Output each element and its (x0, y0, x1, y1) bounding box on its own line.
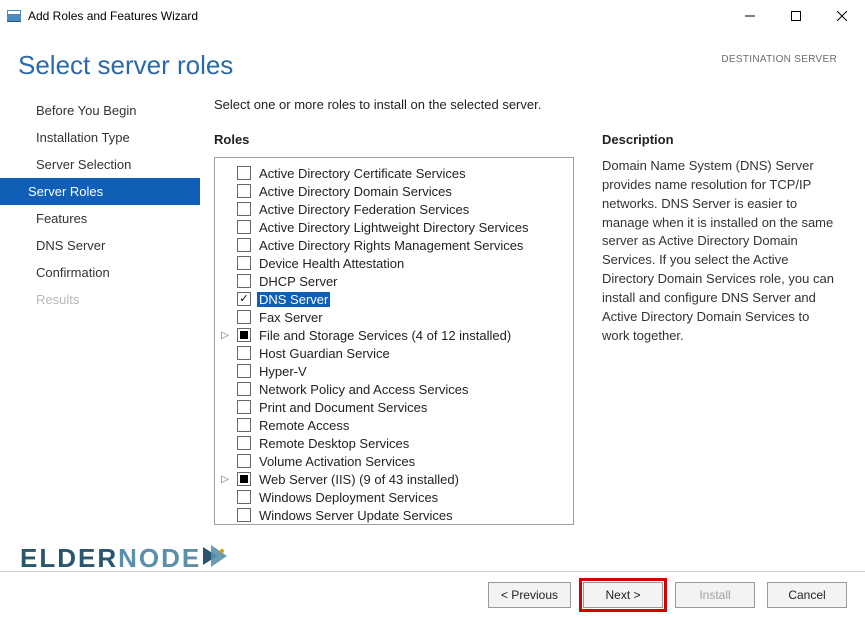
role-label[interactable]: Print and Document Services (257, 400, 429, 415)
role-row[interactable]: Active Directory Certificate Services (219, 164, 569, 182)
instruction-text: Select one or more roles to install on t… (214, 97, 837, 112)
expand-icon[interactable]: ▷ (219, 474, 231, 485)
role-checkbox[interactable] (237, 508, 251, 522)
wizard-nav: Before You BeginInstallation TypeServer … (0, 97, 200, 525)
role-row[interactable]: Active Directory Rights Management Servi… (219, 236, 569, 254)
titlebar: Add Roles and Features Wizard (0, 0, 865, 32)
role-checkbox[interactable] (237, 238, 251, 252)
logo-text-1: ELDER (20, 543, 118, 573)
role-label[interactable]: Remote Desktop Services (257, 436, 411, 451)
role-row[interactable]: Fax Server (219, 308, 569, 326)
maximize-button[interactable] (773, 0, 819, 32)
cancel-button[interactable]: Cancel (767, 582, 847, 608)
role-label[interactable]: Active Directory Lightweight Directory S… (257, 220, 530, 235)
role-row[interactable]: Active Directory Federation Services (219, 200, 569, 218)
role-row[interactable]: ▷ Web Server (IIS) (9 of 43 installed) (219, 470, 569, 488)
description-text: Domain Name System (DNS) Server provides… (602, 157, 837, 345)
role-checkbox[interactable] (237, 202, 251, 216)
nav-item-server-roles[interactable]: Server Roles (0, 178, 200, 205)
nav-item-results: Results (0, 286, 200, 313)
wizard-footer: < Previous Next > Install Cancel (0, 571, 865, 618)
destination-server-label: DESTINATION SERVER (721, 50, 837, 65)
role-checkbox[interactable] (237, 274, 251, 288)
role-label[interactable]: DNS Server (257, 292, 330, 307)
nav-item-installation-type[interactable]: Installation Type (0, 124, 200, 151)
page-title: Select server roles (18, 50, 721, 81)
role-label[interactable]: Remote Access (257, 418, 351, 433)
nav-item-confirmation[interactable]: Confirmation (0, 259, 200, 286)
close-button[interactable] (819, 0, 865, 32)
roles-listbox[interactable]: Active Directory Certificate Services Act… (214, 157, 574, 525)
role-row[interactable]: Network Policy and Access Services (219, 380, 569, 398)
role-label[interactable]: Hyper-V (257, 364, 309, 379)
role-row[interactable]: Windows Deployment Services (219, 488, 569, 506)
window-controls (727, 0, 865, 32)
role-row[interactable]: Remote Access (219, 416, 569, 434)
role-row[interactable]: Active Directory Lightweight Directory S… (219, 218, 569, 236)
description-heading: Description (602, 132, 837, 147)
next-button[interactable]: Next > (583, 582, 663, 608)
roles-heading: Roles (214, 132, 574, 147)
previous-button[interactable]: < Previous (488, 582, 571, 608)
role-label[interactable]: Fax Server (257, 310, 325, 325)
role-label[interactable]: Web Server (IIS) (9 of 43 installed) (257, 472, 461, 487)
role-checkbox[interactable] (237, 328, 251, 342)
nav-item-server-selection[interactable]: Server Selection (0, 151, 200, 178)
role-checkbox[interactable] (237, 292, 251, 306)
role-checkbox[interactable] (237, 346, 251, 360)
window-title: Add Roles and Features Wizard (28, 9, 727, 23)
role-row[interactable]: DHCP Server (219, 272, 569, 290)
role-row[interactable]: Active Directory Domain Services (219, 182, 569, 200)
role-row[interactable]: ▷ File and Storage Services (4 of 12 inst… (219, 326, 569, 344)
role-checkbox[interactable] (237, 382, 251, 396)
watermark-logo: ELDERNODE (20, 543, 229, 574)
role-label[interactable]: Host Guardian Service (257, 346, 392, 361)
role-checkbox[interactable] (237, 472, 251, 486)
role-label[interactable]: Active Directory Rights Management Servi… (257, 238, 525, 253)
nav-item-features[interactable]: Features (0, 205, 200, 232)
role-checkbox[interactable] (237, 418, 251, 432)
role-checkbox[interactable] (237, 184, 251, 198)
role-row[interactable]: Volume Activation Services (219, 452, 569, 470)
role-checkbox[interactable] (237, 310, 251, 324)
role-row[interactable]: DNS Server (219, 290, 569, 308)
app-icon (6, 8, 22, 24)
role-label[interactable]: Windows Deployment Services (257, 490, 440, 505)
nav-item-dns-server[interactable]: DNS Server (0, 232, 200, 259)
nav-item-before-you-begin[interactable]: Before You Begin (0, 97, 200, 124)
role-label[interactable]: Active Directory Certificate Services (257, 166, 468, 181)
role-label[interactable]: Active Directory Federation Services (257, 202, 471, 217)
role-row[interactable]: Remote Desktop Services (219, 434, 569, 452)
role-checkbox[interactable] (237, 166, 251, 180)
role-row[interactable]: Host Guardian Service (219, 344, 569, 362)
role-row[interactable]: Windows Server Update Services (219, 506, 569, 524)
role-row[interactable]: Device Health Attestation (219, 254, 569, 272)
role-row[interactable]: Print and Document Services (219, 398, 569, 416)
header: Select server roles DESTINATION SERVER (0, 32, 865, 91)
role-checkbox[interactable] (237, 436, 251, 450)
role-checkbox[interactable] (237, 490, 251, 504)
minimize-button[interactable] (727, 0, 773, 32)
role-label[interactable]: DHCP Server (257, 274, 340, 289)
role-label[interactable]: Windows Server Update Services (257, 508, 455, 523)
role-label[interactable]: Network Policy and Access Services (257, 382, 471, 397)
role-checkbox[interactable] (237, 400, 251, 414)
role-checkbox[interactable] (237, 220, 251, 234)
role-checkbox[interactable] (237, 256, 251, 270)
role-checkbox[interactable] (237, 364, 251, 378)
logo-text-2: NODE (118, 543, 201, 573)
role-row[interactable]: Hyper-V (219, 362, 569, 380)
role-label[interactable]: Volume Activation Services (257, 454, 417, 469)
role-label[interactable]: File and Storage Services (4 of 12 insta… (257, 328, 513, 343)
content-area: Select one or more roles to install on t… (200, 97, 865, 525)
install-button[interactable]: Install (675, 582, 755, 608)
role-checkbox[interactable] (237, 454, 251, 468)
role-label[interactable]: Device Health Attestation (257, 256, 406, 271)
expand-icon[interactable]: ▷ (219, 330, 231, 341)
role-label[interactable]: Active Directory Domain Services (257, 184, 454, 199)
play-icon (203, 543, 229, 574)
